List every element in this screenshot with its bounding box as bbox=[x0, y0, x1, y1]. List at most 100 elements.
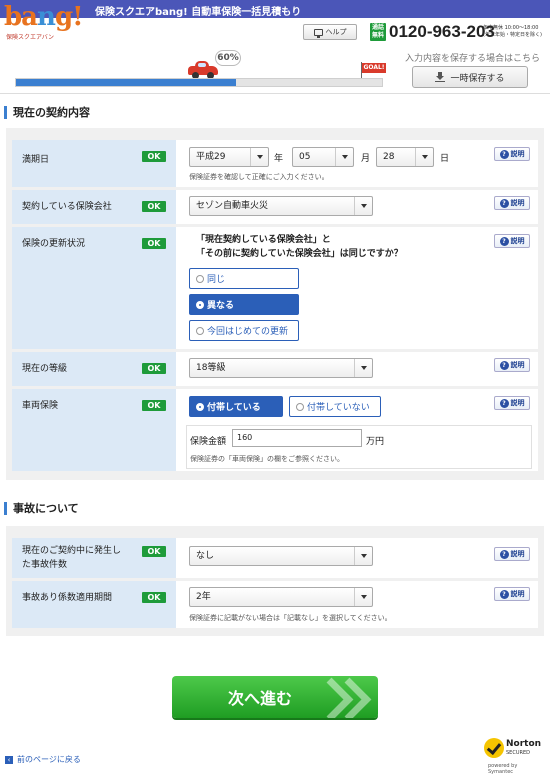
help-button-accident-period[interactable]: ? 説明 bbox=[494, 587, 530, 601]
phone-number[interactable]: 0120-963-203 bbox=[389, 22, 495, 42]
accident-count-label-line-1: 現在のご契約中に発生し bbox=[22, 546, 122, 556]
help-button-company[interactable]: ? 説明 bbox=[494, 196, 530, 210]
ok-badge: OK bbox=[142, 592, 166, 603]
vehicle-label: 車両保険 bbox=[22, 401, 59, 411]
row-grade: 現在の等級 OK 18等級 ? 説明 bbox=[12, 352, 538, 386]
renewal-label: 保険の更新状況 bbox=[22, 239, 86, 249]
chevron-down-icon bbox=[354, 359, 372, 377]
save-note: 入力内容を保存する場合はこちら bbox=[405, 54, 541, 64]
current-contract-panel: 満期日 OK 平成29 年 05 月 28 日 保険証券を確認して正確にご入力く… bbox=[6, 128, 544, 480]
ok-badge: OK bbox=[142, 400, 166, 411]
amount-input[interactable]: 160 bbox=[232, 429, 362, 447]
radio-icon bbox=[296, 402, 304, 411]
row-accident-count: 現在のご契約中に発生し た事故件数 OK なし ? 説明 bbox=[12, 538, 538, 578]
save-temporarily-button[interactable]: 一時保存する bbox=[412, 66, 528, 88]
next-button[interactable]: 次へ進む bbox=[172, 676, 378, 718]
renewal-question-line-1: 「現在契約している保険会社」と bbox=[196, 235, 331, 245]
ok-badge: OK bbox=[142, 151, 166, 162]
chevron-down-icon bbox=[354, 197, 372, 215]
site-logo[interactable]: bang! 保険スクエアバン bbox=[4, 2, 84, 42]
norton-powered: powered by Symantec bbox=[488, 763, 518, 775]
norton-name: Norton bbox=[506, 739, 542, 749]
expiry-day-select[interactable]: 28 bbox=[376, 147, 434, 167]
radio-icon bbox=[196, 300, 204, 309]
logo-text: bang! bbox=[4, 2, 84, 32]
radio-icon bbox=[196, 402, 204, 411]
day-unit: 日 bbox=[440, 154, 450, 164]
radio-vehicle-attached[interactable]: 付帯している bbox=[189, 396, 283, 417]
grade-value: 18等級 bbox=[196, 363, 226, 373]
divider bbox=[0, 93, 550, 94]
accident-period-select[interactable]: 2年 bbox=[189, 587, 373, 607]
back-link[interactable]: ‹ 前のページに戻る bbox=[5, 754, 81, 765]
radio-renewal-first-time[interactable]: 今回はじめての更新 bbox=[189, 320, 299, 341]
expiry-month-select[interactable]: 05 bbox=[292, 147, 354, 167]
help-label: 説明 bbox=[510, 361, 525, 369]
month-unit: 月 bbox=[361, 154, 371, 164]
hours-line-2: (年末年始・特定日を除く) bbox=[483, 32, 542, 38]
section-title-current-contract: 現在の契約内容 bbox=[4, 106, 90, 119]
accident-count-value: なし bbox=[196, 551, 215, 561]
radio-renewal-same[interactable]: 同じ bbox=[189, 268, 299, 289]
question-icon: ? bbox=[499, 549, 509, 559]
radio-icon bbox=[196, 274, 204, 283]
row-renewal-status: 保険の更新状況 OK 「現在契約している保険会社」と 「その前に契約していた保険… bbox=[12, 227, 538, 349]
chevron-right-icon bbox=[340, 680, 374, 714]
question-icon: ? bbox=[499, 198, 509, 208]
expiry-note: 保険証券を確認して正確にご入力ください。 bbox=[189, 173, 329, 181]
accidents-panel: 現在のご契約中に発生し た事故件数 OK なし ? 説明 事故あり係数適用期間 O… bbox=[6, 526, 544, 636]
site-title: 保険スクエアbang! 自動車保険一括見積もり bbox=[95, 7, 302, 18]
progress-bar-fill bbox=[16, 79, 236, 86]
progress-bar bbox=[15, 78, 383, 87]
company-label: 契約している保険会社 bbox=[22, 202, 112, 212]
renewal-question-line-2: 「その前に契約していた保険会社」は同じですか？ bbox=[196, 249, 403, 259]
help-button-expiry[interactable]: ? 説明 bbox=[494, 147, 530, 161]
radio-label: 付帯している bbox=[207, 403, 261, 413]
chevron-down-icon bbox=[354, 547, 372, 565]
question-icon: ? bbox=[499, 398, 509, 408]
vehicle-note: 保険証券の「車両保険」の欄をご参照ください。 bbox=[190, 455, 344, 463]
radio-label: 付帯していない bbox=[307, 403, 370, 413]
back-link-label: 前のページに戻る bbox=[17, 755, 81, 764]
ok-badge: OK bbox=[142, 546, 166, 557]
row-insurance-company: 契約している保険会社 OK セゾン自動車火災 ? 説明 bbox=[12, 190, 538, 224]
year-unit: 年 bbox=[274, 154, 284, 164]
accident-count-select[interactable]: なし bbox=[189, 546, 373, 566]
expiry-year-select[interactable]: 平成29 bbox=[189, 147, 269, 167]
accident-period-note: 保険証券に記載がない場合は「記載なし」を選択してください。 bbox=[189, 614, 392, 622]
question-icon: ? bbox=[499, 149, 509, 159]
chevron-down-icon bbox=[415, 148, 433, 166]
accident-period-value: 2年 bbox=[196, 592, 211, 602]
help-button-renewal[interactable]: ? 説明 bbox=[494, 234, 530, 248]
chevron-down-icon bbox=[354, 588, 372, 606]
row-expiry-date: 満期日 OK 平成29 年 05 月 28 日 保険証券を確認して正確にご入力く… bbox=[12, 140, 538, 187]
help-button[interactable]: ヘルプ bbox=[303, 24, 357, 40]
next-button-label: 次へ進む bbox=[228, 689, 293, 708]
download-icon bbox=[435, 72, 446, 82]
help-button-grade[interactable]: ? 説明 bbox=[494, 358, 530, 372]
help-button-accident-count[interactable]: ? 説明 bbox=[494, 547, 530, 561]
progress-percent-bubble: 60% bbox=[215, 50, 241, 66]
chevron-down-icon bbox=[250, 148, 268, 166]
logo-subtitle: 保険スクエアバン bbox=[6, 34, 55, 41]
help-button-vehicle[interactable]: ? 説明 bbox=[494, 396, 530, 410]
norton-secured-seal[interactable]: Norton SECURED powered by Symantec bbox=[482, 735, 542, 775]
car-icon bbox=[188, 60, 218, 79]
question-icon: ? bbox=[499, 589, 509, 599]
renewal-question: 「現在契約している保険会社」と 「その前に契約していた保険会社」は同じですか？ bbox=[196, 233, 403, 261]
help-label: 説明 bbox=[510, 237, 525, 245]
company-value: セゾン自動車火災 bbox=[196, 201, 269, 211]
toll-free-badge: 通話無料 bbox=[370, 23, 386, 41]
norton-secured: SECURED bbox=[506, 750, 530, 756]
business-hours: 年中無休 10:00～18:00 (年末年始・特定日を除く) bbox=[483, 25, 542, 39]
goal-flag-icon: GOAL! bbox=[360, 62, 386, 80]
checkmark-icon bbox=[484, 738, 504, 758]
radio-label: 異なる bbox=[207, 301, 235, 311]
help-label: 説明 bbox=[510, 590, 525, 598]
radio-renewal-different[interactable]: 異なる bbox=[189, 294, 299, 315]
insurance-company-select[interactable]: セゾン自動車火災 bbox=[189, 196, 373, 216]
radio-vehicle-not-attached[interactable]: 付帯していない bbox=[289, 396, 381, 417]
accident-count-label-line-2: た事故件数 bbox=[22, 560, 68, 570]
grade-select[interactable]: 18等級 bbox=[189, 358, 373, 378]
chevron-down-icon bbox=[335, 148, 353, 166]
